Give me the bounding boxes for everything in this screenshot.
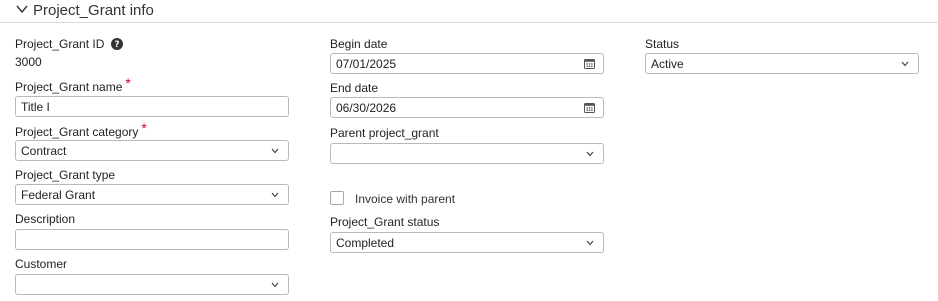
status-label: Status [645, 37, 680, 51]
question-circle-icon[interactable]: ? [110, 38, 123, 50]
chevron-down-icon[interactable] [16, 4, 28, 14]
calendar-icon[interactable] [584, 102, 595, 113]
project-grant-status-value: Completed [336, 236, 395, 250]
status-value: Active [651, 57, 684, 71]
begin-date-input[interactable]: 07/01/2025 [330, 53, 604, 74]
project-grant-type-value: Federal Grant [21, 188, 96, 202]
end-date-input[interactable]: 06/30/2026 [330, 97, 604, 118]
customer-select[interactable] [15, 274, 289, 295]
project-grant-status-label: Project_Grant status [330, 215, 440, 229]
calendar-icon[interactable] [584, 58, 595, 69]
chevron-down-icon [271, 148, 279, 154]
project-grant-id-label-text: Project_Grant ID [15, 37, 105, 51]
description-label: Description [15, 212, 76, 226]
invoice-with-parent-checkbox[interactable] [330, 191, 344, 205]
chevron-down-icon [271, 282, 279, 288]
project-grant-id-value: 3000 [15, 55, 42, 69]
customer-label: Customer [15, 257, 68, 271]
parent-project-grant-label: Parent project_grant [330, 126, 439, 140]
end-date-value: 06/30/2026 [336, 101, 397, 115]
begin-date-value: 07/01/2025 [336, 57, 397, 71]
end-date-label: End date [330, 81, 379, 95]
project-grant-category-value: Contract [21, 144, 67, 158]
project-grant-category-label-text: Project_Grant category [15, 125, 139, 139]
project-grant-category-select[interactable]: Contract [15, 140, 289, 161]
parent-project-grant-select[interactable] [330, 143, 604, 164]
project-grant-type-label: Project_Grant type [15, 168, 116, 182]
section-header[interactable]: Project_Grant info [0, 0, 938, 23]
project-grant-id-label: Project_Grant ID ? [15, 37, 123, 51]
project-grant-category-label: Project_Grant category * [15, 120, 147, 139]
project-grant-name-label-text: Project_Grant name [15, 80, 123, 94]
section-title: Project_Grant info [33, 2, 154, 19]
begin-date-label: Begin date [330, 37, 388, 51]
project-grant-name-value: Title I [21, 100, 50, 114]
chevron-down-icon [586, 240, 594, 246]
chevron-down-icon [586, 151, 594, 157]
required-indicator: * [141, 120, 147, 136]
chevron-down-icon [271, 192, 279, 198]
project-grant-type-select[interactable]: Federal Grant [15, 184, 289, 205]
project-grant-name-input[interactable]: Title I [15, 96, 289, 117]
invoice-with-parent-label: Invoice with parent [355, 192, 456, 206]
project-grant-name-label: Project_Grant name * [15, 75, 131, 94]
status-select[interactable]: Active [645, 53, 919, 74]
chevron-down-icon [901, 61, 909, 67]
description-input[interactable] [15, 229, 289, 250]
required-indicator: * [125, 75, 131, 91]
project-grant-status-select[interactable]: Completed [330, 232, 604, 253]
svg-text:?: ? [114, 40, 119, 50]
